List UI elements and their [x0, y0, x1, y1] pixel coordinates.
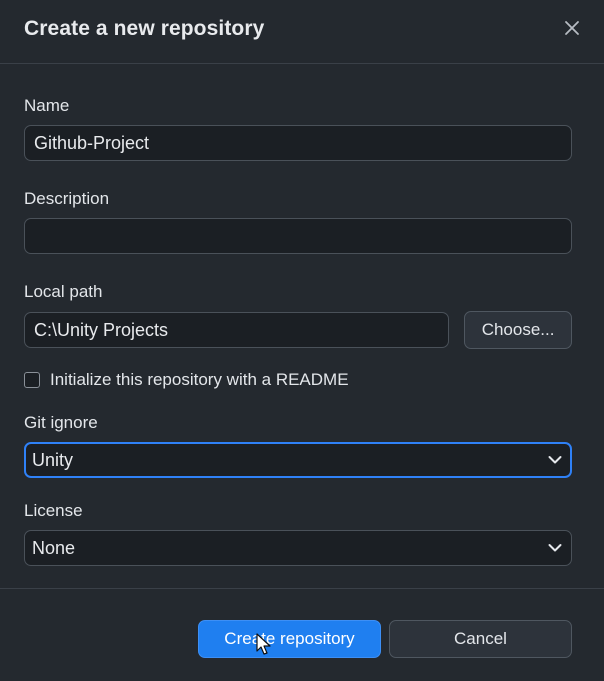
name-label: Name [24, 96, 70, 115]
license-field-group: License None [24, 501, 572, 566]
name-field-group: Name [24, 96, 572, 161]
create-repository-button[interactable]: Create repository [198, 620, 381, 658]
chevron-down-icon [548, 456, 562, 464]
close-button[interactable] [560, 16, 584, 40]
dialog-body: Name Description Local path Choose... In… [0, 64, 604, 566]
chevron-down-icon [548, 544, 562, 552]
local-path-input[interactable] [24, 312, 450, 348]
local-path-field-group: Local path Choose... [24, 282, 572, 349]
name-input[interactable] [24, 125, 572, 161]
local-path-label: Local path [24, 282, 103, 301]
readme-checkbox[interactable] [24, 372, 40, 388]
git-ignore-label: Git ignore [24, 413, 98, 432]
description-input[interactable] [24, 218, 572, 254]
license-selected-value: None [32, 537, 76, 558]
git-ignore-selected-value: Unity [32, 449, 74, 470]
footer-buttons: Create repository Cancel [198, 620, 572, 658]
local-path-row: Choose... [24, 311, 572, 349]
cancel-button[interactable]: Cancel [389, 620, 572, 658]
dialog-title: Create a new repository [24, 16, 265, 40]
dialog-footer: Create repository Cancel [0, 588, 604, 681]
readme-checkbox-label: Initialize this repository with a README [50, 370, 349, 389]
git-ignore-select[interactable]: Unity [24, 442, 572, 478]
description-field-group: Description [24, 189, 572, 254]
choose-button[interactable]: Choose... [464, 311, 572, 349]
license-select[interactable]: None [24, 530, 572, 566]
dialog-header: Create a new repository [0, 0, 604, 64]
description-label: Description [24, 189, 110, 208]
close-icon [565, 20, 579, 35]
create-repository-dialog: Create a new repository Name Description… [0, 0, 604, 681]
readme-checkbox-row[interactable]: Initialize this repository with a README [24, 370, 572, 390]
license-label: License [24, 501, 83, 520]
git-ignore-field-group: Git ignore Unity [24, 413, 572, 478]
